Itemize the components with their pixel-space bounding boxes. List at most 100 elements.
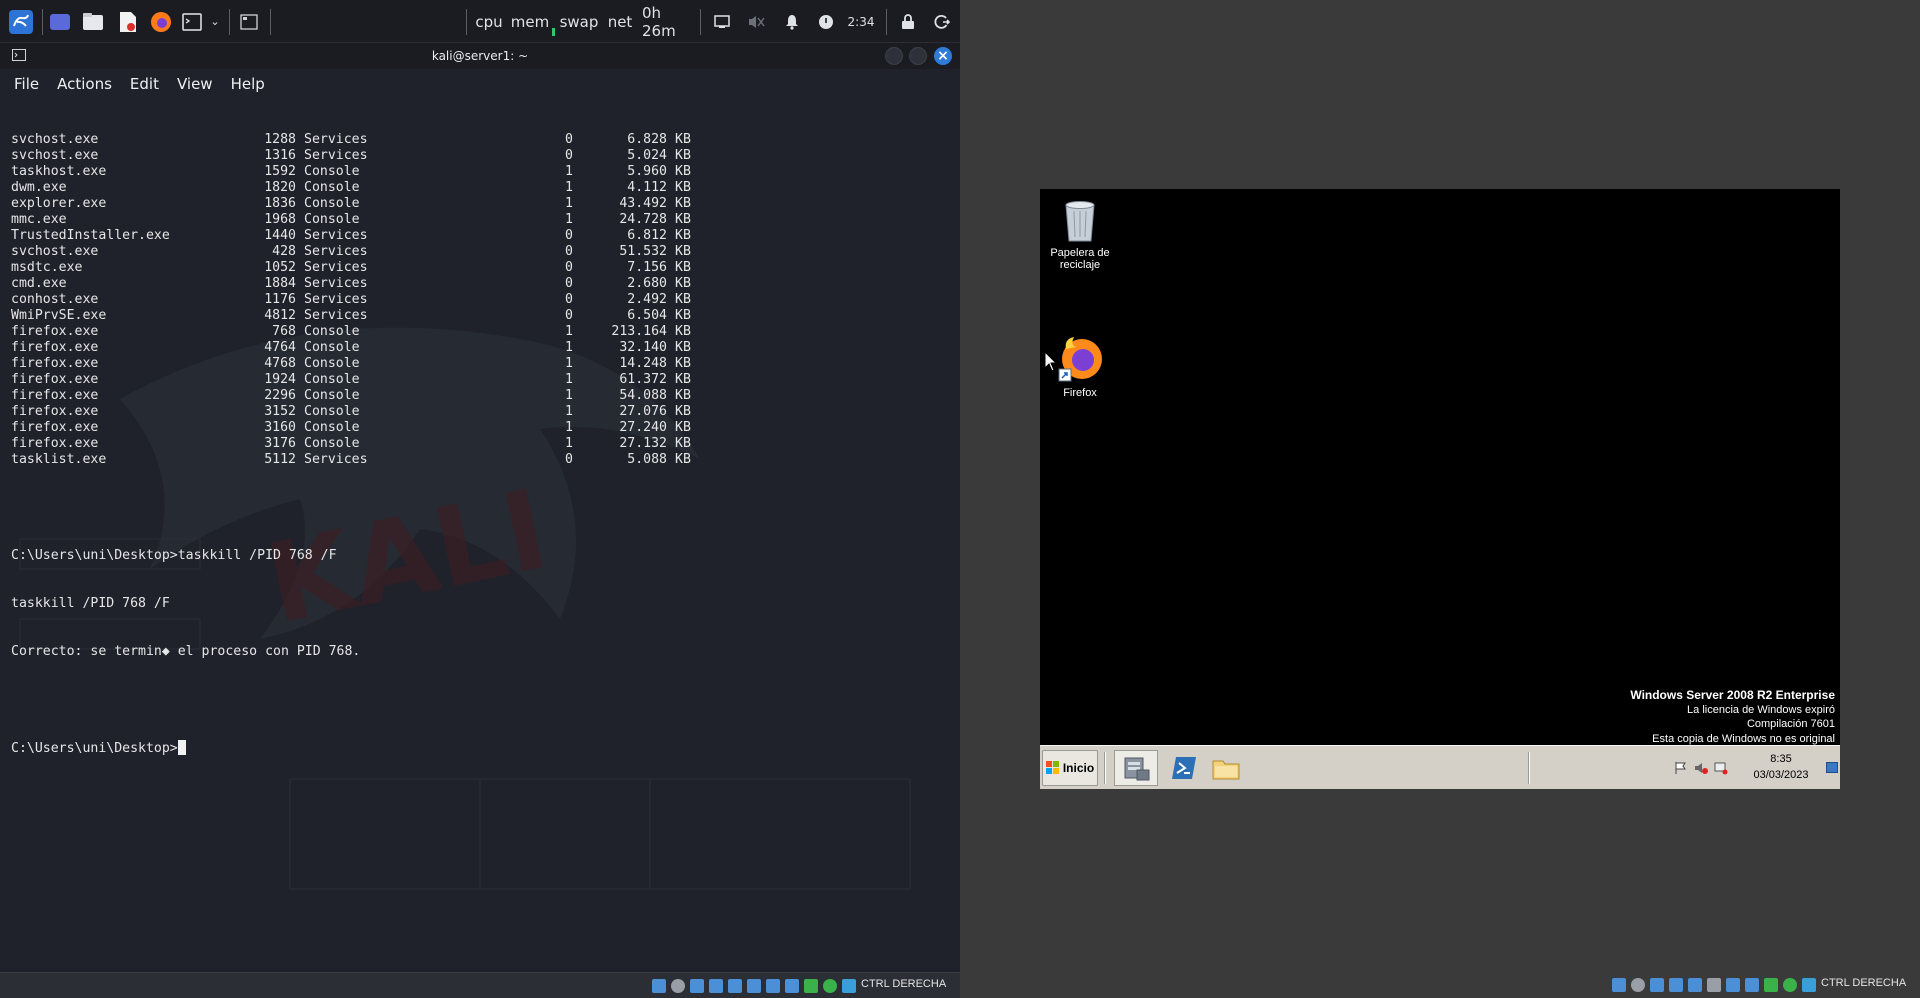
kali-top-panel: ⌄ cpu mem swap net 0h 26m 2:34 bbox=[0, 0, 960, 43]
terminal-output[interactable]: KALI svchost.exe 1288 Services 0 6.828 KB svch… bbox=[0, 99, 960, 964]
mouse-integration-icon[interactable] bbox=[842, 979, 856, 993]
chevron-down-icon[interactable]: ⌄ bbox=[207, 0, 223, 43]
process-memory: 6.828 bbox=[627, 132, 667, 147]
hard-disk-icon[interactable] bbox=[1612, 978, 1626, 992]
swap-indicator[interactable]: swap bbox=[558, 0, 600, 43]
display-icon[interactable] bbox=[766, 979, 780, 993]
start-button[interactable]: Inicio bbox=[1042, 750, 1098, 786]
process-row: taskhost.exe 1592 Console 1 5.960 KB bbox=[11, 164, 697, 180]
close-button[interactable]: × bbox=[934, 47, 952, 65]
process-session-number: 1 bbox=[565, 196, 573, 211]
terminal-titlebar[interactable]: kali@server1: ~ × bbox=[0, 43, 960, 69]
process-memory-unit: KB bbox=[675, 180, 691, 195]
maximize-button[interactable] bbox=[909, 47, 927, 65]
process-pid: 2296 bbox=[264, 388, 296, 403]
display-icon[interactable] bbox=[1726, 978, 1740, 992]
process-memory: 61.372 bbox=[619, 372, 667, 387]
process-session-number: 1 bbox=[565, 420, 573, 435]
audio-icon[interactable] bbox=[1650, 978, 1664, 992]
terminal-icon[interactable] bbox=[181, 0, 203, 43]
process-memory: 6.812 bbox=[627, 228, 667, 243]
shared-folders-icon[interactable] bbox=[1707, 978, 1721, 992]
taskbar-clock-date[interactable]: 03/03/2023 bbox=[1746, 769, 1816, 781]
process-pid: 1288 bbox=[264, 132, 296, 147]
screen-icon[interactable] bbox=[710, 0, 734, 43]
cpu-activity-icon[interactable] bbox=[1764, 978, 1778, 992]
explorer-taskbar-button[interactable] bbox=[1204, 750, 1248, 786]
audio-icon[interactable] bbox=[690, 979, 704, 993]
menu-file[interactable]: File bbox=[14, 75, 39, 93]
panel-clock[interactable]: 2:34 bbox=[844, 0, 878, 43]
process-name: svchost.exe bbox=[11, 132, 99, 147]
menu-edit[interactable]: Edit bbox=[130, 75, 159, 93]
mouse-integration-icon[interactable] bbox=[1802, 978, 1816, 992]
process-session-number: 0 bbox=[565, 148, 573, 163]
recording-icon[interactable] bbox=[1745, 978, 1759, 992]
usb-icon[interactable] bbox=[1688, 978, 1702, 992]
desktop-icon[interactable] bbox=[47, 0, 73, 43]
prompt-line[interactable]: C:\Users\uni\Desktop> bbox=[11, 740, 697, 756]
process-session-number: 0 bbox=[565, 244, 573, 259]
power-icon[interactable] bbox=[814, 0, 838, 43]
process-session: Console bbox=[304, 180, 360, 195]
guest-additions-icon[interactable] bbox=[1783, 978, 1797, 992]
kali-menu-icon[interactable] bbox=[6, 0, 36, 43]
mute-icon[interactable] bbox=[744, 0, 768, 43]
server-manager-taskbar-button[interactable] bbox=[1114, 750, 1158, 786]
shared-folders-icon[interactable] bbox=[747, 979, 761, 993]
recycle-bin-desktop-icon[interactable]: Papelera de reciclaje bbox=[1040, 197, 1128, 271]
optical-drive-icon[interactable] bbox=[671, 979, 685, 993]
process-name: firefox.exe bbox=[11, 420, 99, 435]
menu-actions[interactable]: Actions bbox=[57, 75, 112, 93]
recycle-bin-label-1: Papelera de bbox=[1050, 247, 1110, 259]
process-session-number: 1 bbox=[565, 372, 573, 387]
process-memory-unit: KB bbox=[675, 196, 691, 211]
process-name: tasklist.exe bbox=[11, 452, 107, 467]
net-indicator[interactable]: net bbox=[606, 0, 634, 43]
process-pid: 1440 bbox=[264, 228, 296, 243]
uptime-indicator[interactable]: 0h 26m bbox=[642, 0, 698, 43]
bell-icon[interactable] bbox=[780, 0, 804, 43]
host-key-label: CTRL DERECHA bbox=[861, 978, 947, 990]
text-editor-icon[interactable] bbox=[115, 0, 141, 43]
process-memory: 27.076 bbox=[619, 404, 667, 419]
network-icon[interactable] bbox=[1669, 978, 1683, 992]
network-tray-icon[interactable] bbox=[1714, 760, 1728, 779]
firefox-icon[interactable] bbox=[148, 0, 174, 43]
process-row: firefox.exe 4768 Console 1 14.248 KB bbox=[11, 356, 697, 372]
process-memory-unit: KB bbox=[675, 244, 691, 259]
network-icon[interactable] bbox=[709, 979, 723, 993]
minimize-button[interactable] bbox=[885, 47, 903, 65]
usb-icon[interactable] bbox=[728, 979, 742, 993]
cpu-activity-icon[interactable] bbox=[804, 979, 818, 993]
process-pid: 3176 bbox=[264, 436, 296, 451]
process-pid: 3160 bbox=[264, 420, 296, 435]
process-pid: 428 bbox=[272, 244, 296, 259]
process-name: cmd.exe bbox=[11, 276, 67, 291]
process-name: conhost.exe bbox=[11, 292, 99, 307]
show-desktop-button[interactable] bbox=[1826, 762, 1838, 773]
guest-additions-icon[interactable] bbox=[823, 979, 837, 993]
terminal-window[interactable]: kali@server1: ~ × File Actions Edit View… bbox=[0, 43, 960, 968]
powershell-taskbar-button[interactable] bbox=[1162, 750, 1206, 786]
hard-disk-icon[interactable] bbox=[652, 979, 666, 993]
process-memory-unit: KB bbox=[675, 164, 691, 179]
logout-icon[interactable] bbox=[930, 0, 954, 43]
menu-help[interactable]: Help bbox=[231, 75, 265, 93]
lock-icon[interactable] bbox=[896, 0, 920, 43]
files-icon[interactable] bbox=[80, 0, 106, 43]
mem-indicator[interactable]: mem bbox=[511, 0, 549, 43]
volume-muted-icon[interactable] bbox=[1694, 760, 1708, 779]
watermark-build: Compilación 7601 bbox=[1746, 718, 1835, 731]
cpu-indicator[interactable]: cpu bbox=[474, 0, 504, 43]
action-center-flag-icon[interactable] bbox=[1674, 760, 1688, 779]
process-row: dwm.exe 1820 Console 1 4.112 KB bbox=[11, 180, 697, 196]
recording-icon[interactable] bbox=[785, 979, 799, 993]
workspace-icon[interactable] bbox=[238, 0, 260, 43]
process-memory-unit: KB bbox=[675, 148, 691, 163]
terminal-menubar: File Actions Edit View Help bbox=[0, 69, 960, 99]
windows-desktop[interactable]: Papelera de reciclaje Firefox Windows Se… bbox=[1040, 189, 1840, 789]
menu-view[interactable]: View bbox=[177, 75, 213, 93]
optical-drive-icon[interactable] bbox=[1631, 978, 1645, 992]
taskbar-clock-time[interactable]: 8:35 bbox=[1746, 753, 1816, 765]
